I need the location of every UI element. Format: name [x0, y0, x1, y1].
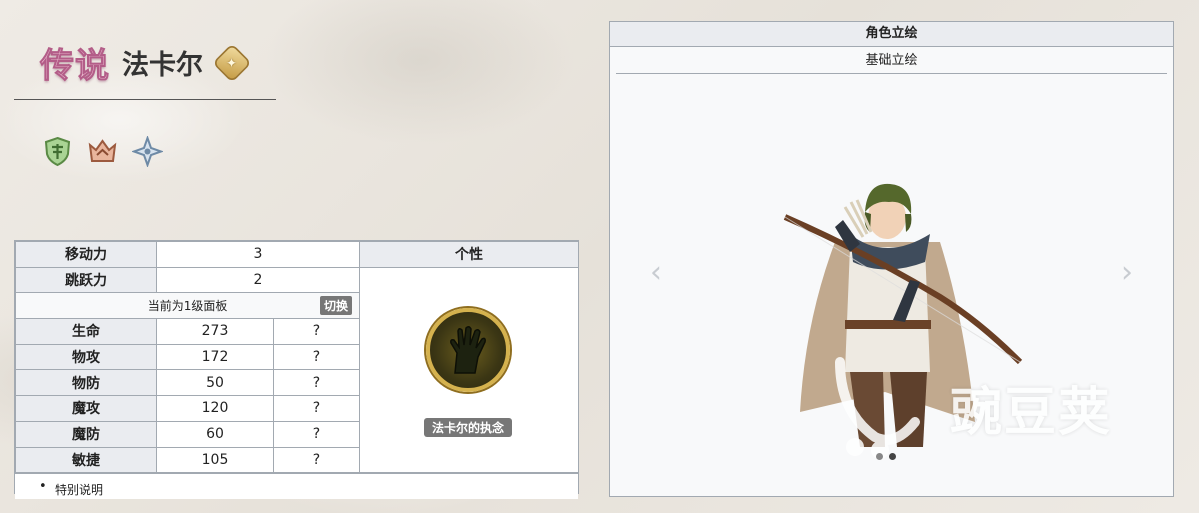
move-value: 3: [155, 241, 361, 268]
stat-value: 273: [156, 318, 274, 345]
stat-value: 50: [156, 369, 274, 397]
portrait-title: 角色立绘: [610, 22, 1173, 47]
tab-base-portrait[interactable]: 基础立绘: [616, 47, 1167, 74]
stat-label: 魔防: [15, 420, 157, 448]
stat-label: 生命: [15, 318, 157, 345]
trait-name-badge[interactable]: 法卡尔的执念: [424, 417, 513, 437]
trait-header: 个性: [359, 241, 580, 268]
class-icons-row: [42, 136, 163, 167]
stat-extra: ?: [272, 343, 361, 371]
compass-star-icon: ✦: [212, 42, 252, 83]
stat-value: 172: [156, 343, 274, 371]
jump-label: 跳跃力: [15, 266, 157, 294]
portrait-panel: 角色立绘 基础立绘 ‹ › 豌豆荚: [609, 21, 1174, 497]
stat-label: 物攻: [15, 343, 157, 371]
character-name: 法卡尔: [122, 50, 203, 81]
header-divider: [14, 99, 276, 100]
pea-pod-logo-icon: [835, 357, 920, 459]
stat-extra: ?: [272, 446, 361, 474]
switch-level-button[interactable]: 切换: [320, 296, 353, 316]
stat-label: 物防: [15, 369, 157, 397]
notes-list-item: 特别说明: [15, 473, 578, 500]
star-cross-icon: [132, 136, 163, 167]
rarity-label: 传说: [40, 46, 110, 87]
level-panel-row: 当前为1级面板 切换: [14, 292, 361, 320]
slide-dot-active[interactable]: [889, 453, 896, 460]
crown-icon: [87, 136, 118, 167]
slide-indicator: [876, 453, 896, 460]
next-slide-arrow-icon[interactable]: ›: [1121, 255, 1133, 290]
stats-table: 移动力 3 个性 跳跃力 2 法卡尔的执念 当前为1级面板 切换 生命 273 …: [14, 240, 580, 500]
watermark-logo: 豌豆荚: [820, 352, 1112, 462]
jump-value: 2: [155, 266, 361, 294]
stat-extra: ?: [272, 369, 361, 397]
shield-crest-icon: [42, 136, 73, 167]
prev-slide-arrow-icon[interactable]: ‹: [650, 255, 662, 290]
trait-cell: 法卡尔的执念: [359, 266, 580, 474]
stat-extra: ?: [272, 395, 361, 422]
stat-extra: ?: [272, 318, 361, 345]
stat-label: 敏捷: [15, 446, 157, 474]
level-text: 当前为1级面板: [147, 299, 228, 314]
move-label: 移动力: [15, 241, 157, 268]
watermark-text: 豌豆荚: [950, 382, 1113, 443]
slide-dot[interactable]: [876, 453, 883, 460]
stat-value: 120: [156, 395, 274, 422]
stat-value: 105: [156, 446, 274, 474]
stat-label: 魔攻: [15, 395, 157, 422]
stat-value: 60: [156, 420, 274, 448]
character-header: 传说 法卡尔 ✦: [40, 38, 252, 87]
grasping-hand-icon[interactable]: [426, 307, 511, 392]
stat-extra: ?: [272, 420, 361, 448]
